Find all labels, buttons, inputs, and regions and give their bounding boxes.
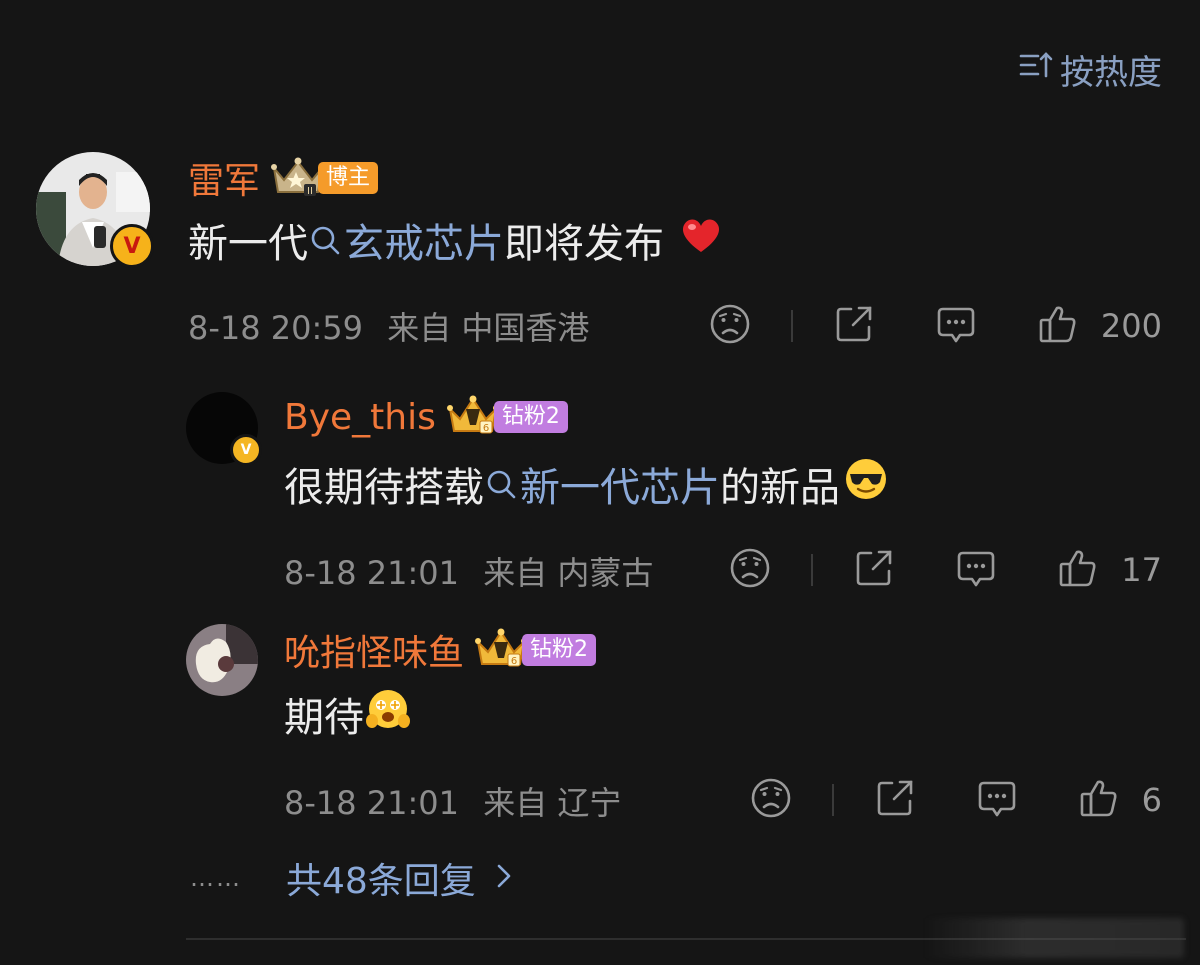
comment-actions: 17 <box>729 547 1162 593</box>
timestamp: 8-18 21:01 <box>284 784 460 822</box>
comment-meta: 8-18 21:01 来自 内蒙古 <box>284 548 653 594</box>
author-badge: 博主 <box>318 162 379 194</box>
like-count: 200 <box>1100 307 1162 345</box>
like-count: 6 <box>1141 781 1162 819</box>
view-all-replies-link[interactable]: 共48条回复 <box>286 852 512 904</box>
avatar[interactable]: V <box>36 152 154 268</box>
share-icon[interactable] <box>853 547 895 593</box>
location: 来自 中国香港 <box>387 309 590 347</box>
comment-actions: 6 <box>750 777 1162 823</box>
timestamp: 8-18 21:01 <box>284 554 460 592</box>
action-divider <box>831 784 834 816</box>
like-icon[interactable] <box>1078 777 1120 823</box>
dislike-icon[interactable] <box>709 303 751 349</box>
watermark <box>924 918 1184 958</box>
excited-face-emoji-icon <box>366 687 410 741</box>
location: 来自 辽宁 <box>483 784 622 822</box>
dislike-icon[interactable] <box>750 777 792 823</box>
share-icon[interactable] <box>874 777 916 823</box>
topic-link[interactable]: 新一代芯片 <box>484 455 720 513</box>
search-icon <box>311 226 340 255</box>
comment-content: 新一代 玄戒芯片 即将发布 <box>188 211 722 269</box>
search-icon <box>487 470 516 499</box>
ellipsis: …… <box>190 864 242 892</box>
svg-text:II: II <box>307 186 313 197</box>
username[interactable]: Bye_this <box>284 397 436 438</box>
location: 来自 内蒙古 <box>483 554 654 592</box>
more-replies-row: …… 共48条回复 <box>190 852 512 904</box>
diamond-fan-crown-icon: 6 <box>474 626 528 674</box>
like-count: 17 <box>1121 551 1162 589</box>
comment-thread: 按热度 V 雷军 II 博主 新一代 玄戒芯片 即将发布 8-18 20:59 … <box>0 0 1200 965</box>
fan-level-badge: 钻粉2 <box>522 634 597 666</box>
sunglasses-emoji-icon <box>844 457 888 511</box>
chevron-right-icon <box>496 858 512 899</box>
sort-icon <box>1018 49 1054 89</box>
svg-text:6: 6 <box>511 656 517 667</box>
share-icon[interactable] <box>833 303 875 349</box>
dislike-icon[interactable] <box>729 547 771 593</box>
reply-icon[interactable] <box>955 547 997 593</box>
verified-badge-icon: V <box>230 434 262 466</box>
verified-badge-icon: V <box>110 224 154 268</box>
avatar[interactable]: V <box>186 392 262 466</box>
comment-meta: 8-18 20:59 来自 中国香港 <box>188 303 589 349</box>
timestamp: 8-18 20:59 <box>188 309 364 347</box>
comment-actions: 200 <box>709 303 1162 349</box>
action-divider <box>811 554 814 586</box>
comment-content: 期待 <box>284 687 410 741</box>
username[interactable]: 雷军 <box>188 152 260 204</box>
avatar[interactable] <box>186 624 258 696</box>
fan-level-badge: 钻粉2 <box>493 401 568 433</box>
username[interactable]: 吮指怪味鱼 <box>284 624 464 676</box>
diamond-fan-crown-icon: 6 <box>446 393 500 441</box>
like-icon[interactable] <box>1037 303 1079 349</box>
reply-icon[interactable] <box>935 303 977 349</box>
topic-link[interactable]: 玄戒芯片 <box>308 211 504 269</box>
comment-content: 很期待搭载 新一代芯片 的新品 <box>284 456 888 512</box>
reply-icon[interactable] <box>976 777 1018 823</box>
heart-emoji-icon <box>680 216 722 264</box>
comment-meta: 8-18 21:01 来自 辽宁 <box>284 778 621 824</box>
sort-by-hot-button[interactable]: 按热度 <box>1018 48 1162 93</box>
like-icon[interactable] <box>1057 547 1099 593</box>
action-divider <box>790 310 793 342</box>
sort-label: 按热度 <box>1060 52 1162 93</box>
svg-text:6: 6 <box>483 423 489 434</box>
